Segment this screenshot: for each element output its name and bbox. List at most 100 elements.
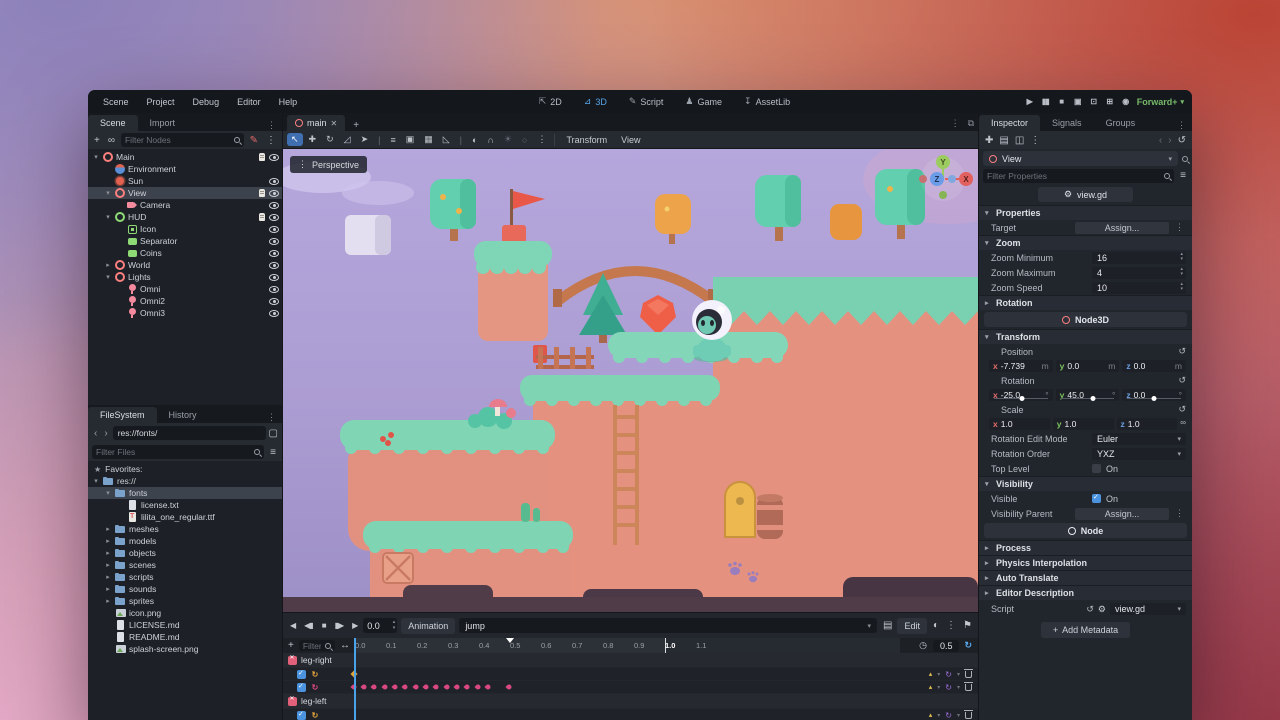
- expand-arrow[interactable]: ▸: [104, 573, 112, 581]
- movie-maker-button[interactable]: ◉: [1121, 97, 1130, 106]
- track-keyframes[interactable]: [354, 681, 896, 693]
- expand-arrow[interactable]: ▸: [104, 549, 112, 557]
- property-options-icon[interactable]: ≡: [1178, 170, 1188, 181]
- resource-menu-icon[interactable]: ⋮: [1030, 135, 1040, 146]
- stop-animation-button[interactable]: ■: [320, 621, 328, 630]
- split-mode-icon[interactable]: ▢: [269, 428, 278, 439]
- toggle-preview-environment-button[interactable]: ◐: [468, 134, 481, 146]
- dock-menu-icon[interactable]: ⋮: [261, 120, 282, 131]
- loop-wrap-icon[interactable]: ↻: [945, 711, 952, 720]
- animation-menu-button[interactable]: Animation: [401, 618, 455, 634]
- visibility-eye-icon[interactable]: [269, 178, 279, 185]
- file-tree-row[interactable]: ▸ scenes: [88, 559, 282, 571]
- scene-tree-row[interactable]: Omni2: [88, 295, 282, 307]
- expand-arrow[interactable]: ▾: [104, 189, 112, 197]
- dock-menu-icon[interactable]: ⋮: [1171, 120, 1192, 131]
- file-tree-row[interactable]: lilita_one_regular.ttf: [88, 511, 282, 523]
- visibility-eye-icon[interactable]: [269, 154, 279, 161]
- scene-tab-main[interactable]: main ✕: [287, 115, 345, 131]
- file-tree-row[interactable]: ▾ fonts: [88, 487, 282, 499]
- track-keyframes[interactable]: [354, 668, 896, 680]
- stop-button[interactable]: ■: [1057, 97, 1066, 106]
- rotation-order-dropdown[interactable]: YXZ▾: [1092, 448, 1186, 460]
- animation-track-row[interactable]: leg-right ↻ ▴▾ ↻▾: [283, 653, 978, 668]
- viewport-menu[interactable]: Transform: [559, 135, 614, 145]
- delete-track-icon[interactable]: [965, 684, 972, 691]
- visibility-eye-icon[interactable]: [269, 190, 279, 197]
- scale-mode-button[interactable]: ◿: [340, 133, 355, 146]
- dock-tab[interactable]: FileSystem: [88, 407, 157, 423]
- remote-debug-button[interactable]: ▣: [1073, 97, 1082, 106]
- section-transform[interactable]: ▾Transform: [979, 329, 1192, 344]
- nav-forward-icon[interactable]: ›: [102, 428, 109, 439]
- interpolation-mode-icon[interactable]: ▴: [929, 711, 933, 719]
- position-y-field[interactable]: y0.0m: [1056, 360, 1120, 372]
- menu-item[interactable]: Help: [272, 95, 305, 109]
- scene-tree-row[interactable]: ▸ World: [88, 259, 282, 271]
- play-custom-scene-button[interactable]: ⊞: [1105, 97, 1114, 106]
- snap-clock-icon[interactable]: ◷: [917, 640, 928, 651]
- scene-tree-row[interactable]: Omni3: [88, 307, 282, 319]
- pin-panel-icon[interactable]: ⚑: [961, 620, 973, 631]
- scene-tree-row[interactable]: Separator: [88, 235, 282, 247]
- open-docs-icon[interactable]: [1182, 156, 1188, 162]
- animation-track-row[interactable]: ↻ ▴▾ ↻▾: [283, 668, 978, 681]
- timeline-ruler[interactable]: 0.00.10.20.30.40.50.60.70.80.91.01.1: [355, 638, 900, 653]
- animation-libraries-button[interactable]: ▤: [881, 620, 893, 631]
- scene-tabs-menu-icon[interactable]: ⋮: [951, 118, 960, 129]
- timeline-playhead[interactable]: [354, 638, 356, 720]
- track-keyframes[interactable]: [367, 653, 978, 667]
- animation-track-row[interactable]: leg-left ↻ ▴▾ ↻▾: [283, 694, 978, 709]
- separator[interactable]: |: [374, 134, 384, 146]
- position-x-field[interactable]: x-7.739m: [989, 360, 1053, 372]
- interpolation-mode-icon[interactable]: ▴: [929, 670, 933, 678]
- target-assign-button[interactable]: Assign...: [1075, 222, 1169, 234]
- track-keyframes[interactable]: [362, 694, 978, 708]
- rotate-mode-button[interactable]: ↻: [322, 133, 338, 146]
- script-header-button[interactable]: ⚙ view.gd: [1038, 187, 1133, 202]
- move-mode-button[interactable]: ✚: [305, 133, 321, 146]
- file-tree-row[interactable]: splash-screen.png: [88, 643, 282, 655]
- section-zoom[interactable]: ▾Zoom: [979, 235, 1192, 250]
- add-track-button[interactable]: +: [286, 640, 296, 651]
- edit-button[interactable]: Edit: [897, 618, 927, 634]
- snap-button[interactable]: ∩: [483, 134, 497, 146]
- revert-icon[interactable]: ↺: [1178, 404, 1186, 415]
- top-level-checkbox[interactable]: [1092, 464, 1101, 473]
- select-mode-button[interactable]: ↖: [287, 133, 303, 146]
- expand-arrow[interactable]: ▸: [104, 597, 112, 605]
- delete-track-icon[interactable]: [965, 671, 972, 678]
- anim-menu-icon[interactable]: ⋮: [944, 620, 957, 631]
- file-tree-row[interactable]: license.txt: [88, 499, 282, 511]
- collapsed-section[interactable]: ▸Process: [979, 540, 1192, 555]
- instance-scene-button[interactable]: ∞: [106, 135, 117, 146]
- script-badge-icon[interactable]: [259, 189, 265, 197]
- expand-arrow[interactable]: ▸: [104, 537, 112, 545]
- scale-x-field[interactable]: x1.0: [989, 418, 1050, 430]
- file-tree-row[interactable]: ▸ sprites: [88, 595, 282, 607]
- animation-track-row[interactable]: ↻ ▴▾ ↻▾: [283, 681, 978, 694]
- nav-back-icon[interactable]: ‹: [92, 428, 99, 439]
- class-header-node3d[interactable]: Node3D: [984, 312, 1187, 327]
- visibility-eye-icon[interactable]: [269, 262, 279, 269]
- pause-button[interactable]: ▮▮: [1041, 97, 1050, 106]
- collapsed-section[interactable]: ▸Editor Description: [979, 585, 1192, 600]
- dock-tab[interactable]: Signals: [1040, 115, 1094, 131]
- workspace-tab[interactable]: ⊿ 3D: [576, 94, 615, 109]
- section-rotation[interactable]: ▸Rotation: [979, 295, 1192, 310]
- zoom-maximum-field[interactable]: 4▴▾: [1092, 267, 1186, 279]
- collapsed-section[interactable]: ▸Auto Translate: [979, 570, 1192, 585]
- property-menu-icon[interactable]: ⋮: [1173, 508, 1186, 519]
- filter-files-input[interactable]: [96, 447, 250, 457]
- group-selected-button[interactable]: ▦: [420, 133, 437, 146]
- separator[interactable]: |: [456, 134, 466, 146]
- filter-tracks-input[interactable]: [303, 641, 321, 651]
- visibility-eye-icon[interactable]: [269, 286, 279, 293]
- loop-wrap-icon[interactable]: ↻: [945, 683, 952, 692]
- selection-list-button[interactable]: ➤: [357, 133, 373, 146]
- attach-script-button[interactable]: ✎: [248, 135, 260, 146]
- viewport-3d[interactable]: Y X Z ⋮ Perspective: [283, 149, 978, 612]
- object-history-icon[interactable]: ↺: [1178, 135, 1186, 146]
- expand-viewport-icon[interactable]: ⧉: [968, 118, 974, 129]
- interpolation-mode-icon[interactable]: ▴: [929, 683, 933, 691]
